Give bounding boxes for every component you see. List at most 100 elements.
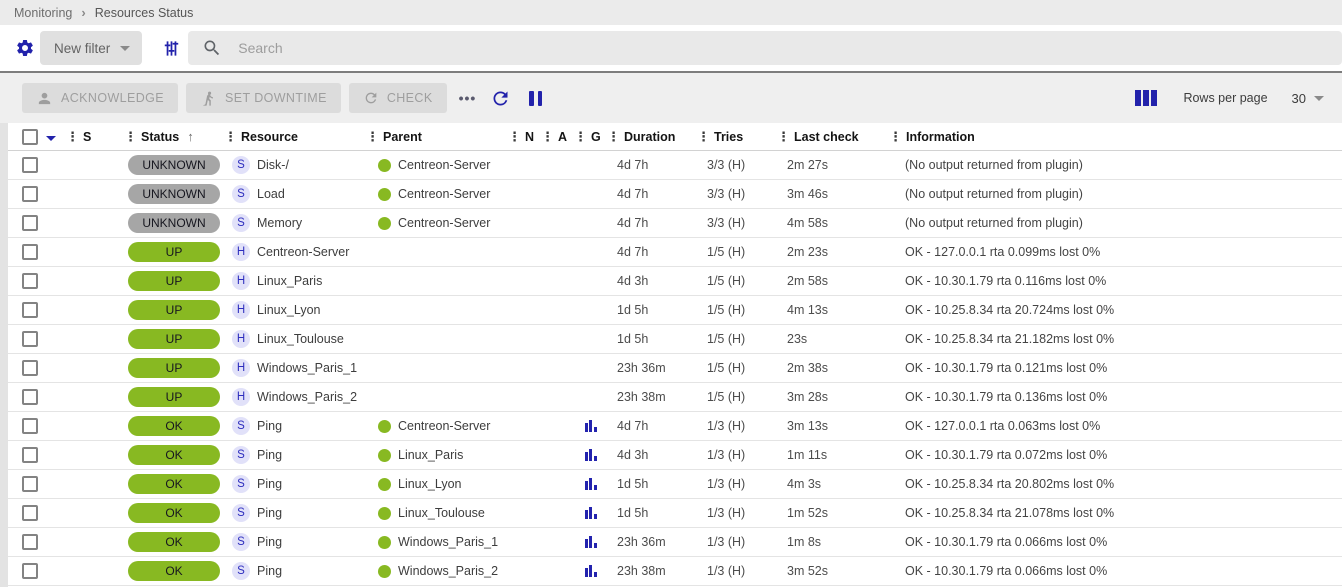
row-checkbox[interactable] [22, 331, 38, 347]
row-checkbox[interactable] [22, 186, 38, 202]
parent-name[interactable]: Centreon-Server [398, 158, 490, 172]
filter-settings-button[interactable] [10, 38, 40, 58]
status-chip[interactable]: UP [128, 329, 220, 349]
drag-handle-icon[interactable]: ⋮ [124, 130, 137, 143]
resource-name[interactable]: Memory [257, 216, 302, 230]
row-checkbox[interactable] [22, 157, 38, 173]
status-chip[interactable]: UNKNOWN [128, 155, 220, 175]
row-checkbox[interactable] [22, 302, 38, 318]
row-checkbox[interactable] [22, 563, 38, 579]
table-row[interactable]: UP H Windows_Paris_1 23h 36m 1/5 (H) 2m … [8, 354, 1342, 383]
resource-name[interactable]: Ping [257, 448, 282, 462]
status-chip[interactable]: OK [128, 532, 220, 552]
resource-name[interactable]: Centreon-Server [257, 245, 349, 259]
status-chip[interactable]: UNKNOWN [128, 184, 220, 204]
resource-name[interactable]: Linux_Paris [257, 274, 322, 288]
resource-name[interactable]: Windows_Paris_2 [257, 390, 357, 404]
parent-name[interactable]: Centreon-Server [398, 187, 490, 201]
search-input[interactable] [238, 40, 1342, 56]
row-checkbox[interactable] [22, 273, 38, 289]
status-chip[interactable]: UP [128, 271, 220, 291]
table-row[interactable]: OK S Ping Windows_Paris_2 23h 38m 1/3 (H… [8, 557, 1342, 586]
table-row[interactable]: UP H Windows_Paris_2 23h 38m 1/5 (H) 3m … [8, 383, 1342, 412]
drag-handle-icon[interactable]: ⋮ [777, 130, 790, 143]
breadcrumb-section[interactable]: Monitoring [14, 6, 72, 20]
parent-name[interactable]: Linux_Paris [398, 448, 463, 462]
edit-columns-button[interactable] [1135, 90, 1157, 106]
status-chip[interactable]: UP [128, 387, 220, 407]
resource-name[interactable]: Windows_Paris_1 [257, 361, 357, 375]
graph-icon[interactable] [585, 565, 597, 577]
drag-handle-icon[interactable]: ⋮ [508, 130, 521, 143]
drag-handle-icon[interactable]: ⋮ [541, 130, 554, 143]
drag-handle-icon[interactable]: ⋮ [697, 130, 710, 143]
table-row[interactable]: UNKNOWN S Disk-/ Centreon-Server 4d 7h 3… [8, 151, 1342, 180]
parent-name[interactable]: Windows_Paris_1 [398, 535, 498, 549]
select-all-checkbox[interactable] [22, 129, 38, 145]
status-chip[interactable]: UP [128, 242, 220, 262]
graph-icon[interactable] [585, 478, 597, 490]
advanced-filter-button[interactable] [154, 39, 188, 58]
resource-name[interactable]: Ping [257, 477, 282, 491]
header-parent[interactable]: ⋮ Parent [366, 130, 508, 144]
table-row[interactable]: OK S Ping Centreon-Server 4d 7h 1/3 (H) … [8, 412, 1342, 441]
table-row[interactable]: UP H Centreon-Server 4d 7h 1/5 (H) 2m 23… [8, 238, 1342, 267]
drag-handle-icon[interactable]: ⋮ [574, 130, 587, 143]
table-row[interactable]: UP H Linux_Toulouse 1d 5h 1/5 (H) 23s OK… [8, 325, 1342, 354]
resource-name[interactable]: Ping [257, 535, 282, 549]
graph-icon[interactable] [585, 507, 597, 519]
table-row[interactable]: OK S Ping Windows_Paris_1 23h 36m 1/3 (H… [8, 528, 1342, 557]
row-checkbox[interactable] [22, 215, 38, 231]
resource-name[interactable]: Ping [257, 564, 282, 578]
status-chip[interactable]: OK [128, 416, 220, 436]
status-chip[interactable]: UNKNOWN [128, 213, 220, 233]
table-row[interactable]: UNKNOWN S Memory Centreon-Server 4d 7h 3… [8, 209, 1342, 238]
check-button[interactable]: CHECK [349, 83, 447, 113]
header-last-check[interactable]: ⋮ Last check [777, 130, 889, 144]
header-action[interactable]: ⋮ A [541, 130, 574, 144]
drag-handle-icon[interactable]: ⋮ [224, 130, 237, 143]
header-information[interactable]: ⋮ Information [889, 130, 1342, 144]
select-menu-chevron-icon[interactable] [46, 136, 56, 141]
status-chip[interactable]: OK [128, 474, 220, 494]
status-chip[interactable]: UP [128, 300, 220, 320]
parent-name[interactable]: Centreon-Server [398, 216, 490, 230]
parent-name[interactable]: Centreon-Server [398, 419, 490, 433]
status-chip[interactable]: OK [128, 503, 220, 523]
header-resource[interactable]: ⋮ Resource [224, 130, 366, 144]
row-checkbox[interactable] [22, 447, 38, 463]
search-field[interactable] [188, 31, 1342, 65]
table-row[interactable]: OK S Ping Linux_Toulouse 1d 5h 1/3 (H) 1… [8, 499, 1342, 528]
row-checkbox[interactable] [22, 244, 38, 260]
header-graph[interactable]: ⋮ G [574, 130, 607, 144]
drag-handle-icon[interactable]: ⋮ [889, 130, 902, 143]
row-checkbox[interactable] [22, 534, 38, 550]
header-duration[interactable]: ⋮ Duration [607, 130, 697, 144]
set-downtime-button[interactable]: SET DOWNTIME [186, 83, 341, 113]
header-tries[interactable]: ⋮ Tries [697, 130, 777, 144]
drag-handle-icon[interactable]: ⋮ [66, 130, 79, 143]
parent-name[interactable]: Linux_Lyon [398, 477, 461, 491]
drag-handle-icon[interactable]: ⋮ [366, 130, 379, 143]
acknowledge-button[interactable]: ACKNOWLEDGE [22, 83, 178, 113]
table-row[interactable]: UP H Linux_Lyon 1d 5h 1/5 (H) 4m 13s OK … [8, 296, 1342, 325]
graph-icon[interactable] [585, 536, 597, 548]
refresh-button[interactable] [490, 88, 511, 109]
resource-name[interactable]: Ping [257, 506, 282, 520]
status-chip[interactable]: OK [128, 445, 220, 465]
resource-name[interactable]: Ping [257, 419, 282, 433]
header-status[interactable]: ⋮ Status ↑ [124, 129, 224, 144]
resource-name[interactable]: Load [257, 187, 285, 201]
row-checkbox[interactable] [22, 360, 38, 376]
resource-name[interactable]: Linux_Toulouse [257, 332, 344, 346]
status-chip[interactable]: UP [128, 358, 220, 378]
parent-name[interactable]: Linux_Toulouse [398, 506, 485, 520]
table-row[interactable]: OK S Ping Linux_Lyon 1d 5h 1/3 (H) 4m 3s… [8, 470, 1342, 499]
row-checkbox[interactable] [22, 389, 38, 405]
more-actions-button[interactable]: ••• [459, 90, 477, 106]
row-checkbox[interactable] [22, 476, 38, 492]
header-severity[interactable]: ⋮ S [66, 130, 124, 144]
status-chip[interactable]: OK [128, 561, 220, 581]
table-row[interactable]: UNKNOWN S Load Centreon-Server 4d 7h 3/3… [8, 180, 1342, 209]
parent-name[interactable]: Windows_Paris_2 [398, 564, 498, 578]
